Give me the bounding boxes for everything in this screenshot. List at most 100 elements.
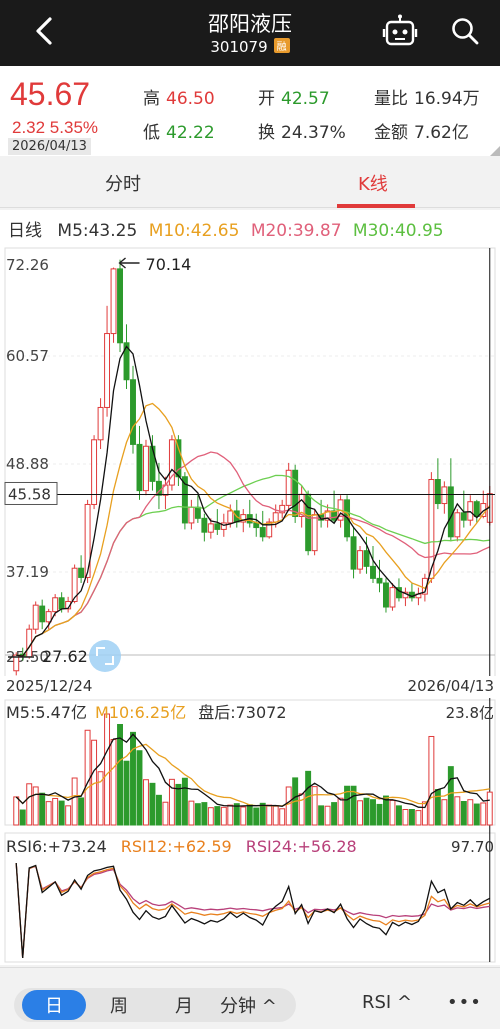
- candle-body: [52, 597, 59, 613]
- candle: [454, 509, 461, 542]
- candle-body: [97, 406, 104, 441]
- price-axis-label: 37.19: [6, 563, 49, 581]
- volume-bar: [402, 809, 409, 826]
- candle: [266, 518, 273, 539]
- volume-bar: [227, 804, 234, 826]
- candle-body: [45, 611, 52, 623]
- candle: [350, 527, 357, 579]
- volume-bar: [311, 786, 318, 826]
- candle: [253, 513, 260, 537]
- more-icon[interactable]: •••: [447, 992, 482, 1013]
- volume-bar: [266, 804, 273, 826]
- volume-ratio-value: 16.94万: [414, 89, 480, 109]
- volume-bar: [130, 731, 136, 826]
- candle-body: [214, 523, 221, 530]
- expand-corner-icon[interactable]: [490, 146, 500, 156]
- volume-bar: [428, 735, 435, 826]
- candle: [370, 546, 376, 583]
- low-value: 42.22: [166, 123, 215, 143]
- price-axis-max: 72.26: [6, 256, 49, 274]
- volume-bar: [395, 805, 402, 826]
- candle-body: [78, 567, 85, 578]
- indicator-dropdown[interactable]: RSI ^: [362, 992, 412, 1013]
- turnover-field: 换 24.37%: [258, 123, 346, 143]
- candle-body: [311, 514, 318, 552]
- period-month[interactable]: 月: [175, 992, 193, 1018]
- volume-legend: M5:5.47亿 M10:6.25亿 盘后:73072: [6, 703, 287, 722]
- candle: [357, 546, 363, 574]
- candle-body: [149, 445, 156, 482]
- candle-body: [331, 510, 338, 521]
- volume-bar: [188, 800, 195, 826]
- volume-bar: [162, 801, 169, 826]
- volume-bar: [331, 802, 338, 826]
- volume-bar: [26, 783, 33, 826]
- tab-intraday[interactable]: 分时: [105, 170, 141, 196]
- date-start-label: 2025/12/24: [6, 677, 92, 695]
- candle: [447, 458, 454, 542]
- candle: [162, 476, 169, 510]
- robot-assistant-icon[interactable]: [382, 14, 418, 50]
- volume-bar: [376, 803, 383, 826]
- volume-bar: [201, 802, 208, 826]
- volume-ma10-label: M10:6.25亿: [95, 703, 186, 722]
- volume-bar: [415, 810, 422, 826]
- candle: [26, 624, 33, 659]
- search-icon[interactable]: [450, 16, 480, 46]
- volume-bar: [363, 797, 370, 826]
- open-value: 42.57: [281, 89, 330, 109]
- volume-bar: [486, 791, 493, 826]
- volume-bar: [408, 809, 415, 826]
- period-minute-dropdown[interactable]: 分钟 ^: [220, 992, 277, 1018]
- volume-bar: [389, 799, 396, 826]
- candle: [246, 499, 253, 528]
- volume-bar: [136, 750, 143, 826]
- candle-body: [460, 512, 467, 521]
- volume-bar: [207, 807, 214, 826]
- volume-bar: [155, 794, 162, 826]
- candle: [415, 587, 422, 606]
- candle: [473, 499, 480, 523]
- candle: [91, 435, 98, 510]
- stock-name: 邵阳液压: [208, 12, 292, 36]
- min-price-marker: 27.62: [42, 647, 88, 666]
- volume-bar: [434, 789, 441, 826]
- candle-body: [473, 501, 480, 517]
- candle-body: [357, 550, 363, 570]
- top-bar: 邵阳液压 301079 融: [0, 0, 500, 66]
- volume-bar: [110, 739, 117, 826]
- candle-body: [285, 469, 292, 506]
- stock-code-line: 301079 融: [0, 38, 500, 56]
- kline-chart-svg[interactable]: 72.2660.5748.8837.1925.5045.5870.1427.62…: [0, 210, 500, 965]
- bottom-toolbar: 日 周 月 分钟 ^ RSI ^ •••: [0, 967, 500, 1029]
- candle-body: [32, 604, 39, 630]
- crosshair-price-label: 45.58: [8, 485, 51, 503]
- candle-body: [117, 268, 123, 344]
- candle: [285, 462, 292, 510]
- rsi24-label: RSI24:+56.28: [246, 837, 357, 856]
- high-field: 高 46.50: [143, 89, 215, 109]
- candle-body: [39, 605, 46, 623]
- candle: [279, 499, 286, 519]
- high-value: 46.50: [166, 89, 215, 109]
- volume-bar: [460, 801, 467, 826]
- candle-body: [227, 510, 234, 524]
- candle-body: [104, 333, 111, 408]
- period-week[interactable]: 周: [110, 992, 128, 1018]
- candle: [78, 555, 85, 583]
- volume-bar: [149, 782, 156, 826]
- volume-bar: [78, 797, 85, 826]
- chart-area[interactable]: 日线 M5:43.25 M10:42.65 M20:39.87 M30:40.9…: [0, 210, 500, 965]
- rsi12-label: RSI12:+62.59: [121, 837, 232, 856]
- candle-body: [292, 469, 299, 517]
- volume-bar: [233, 803, 240, 826]
- candle-body: [363, 550, 370, 567]
- tab-kline[interactable]: K线: [358, 170, 388, 196]
- candle: [434, 458, 441, 510]
- candle: [32, 601, 39, 634]
- tab-active-indicator: [337, 204, 415, 208]
- candle-body: [441, 486, 448, 505]
- candle-body: [188, 506, 195, 524]
- period-day[interactable]: 日: [45, 992, 63, 1018]
- volume-bar: [123, 760, 130, 826]
